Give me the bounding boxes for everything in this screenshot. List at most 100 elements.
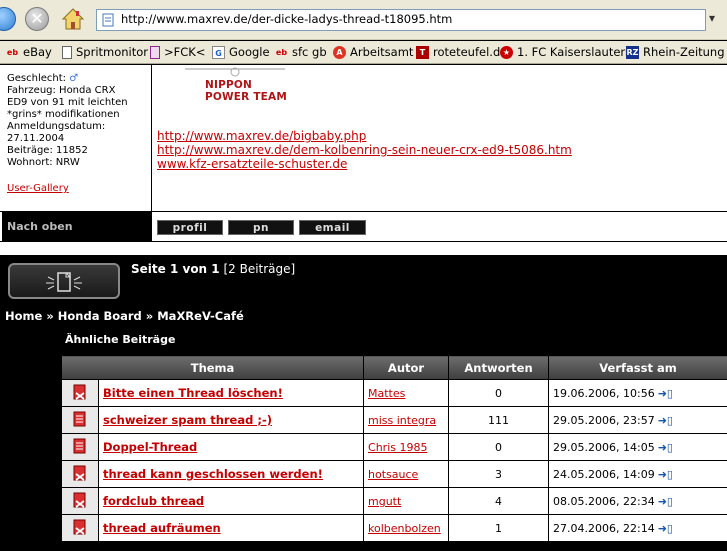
kfz-ersatzteile-link[interactable]: www.kfz-ersatzteile-schuster.de — [157, 157, 572, 171]
topic-author-link[interactable]: kolbenbolzen — [364, 522, 441, 535]
pn-button[interactable]: pn — [228, 220, 294, 235]
topic-replies: 1 — [448, 514, 550, 542]
topic-title-link[interactable]: thread aufräumen — [99, 521, 221, 535]
post-footer-left: Nach oben — [2, 212, 152, 242]
topic-author-cell: hotsauce — [363, 460, 450, 488]
bookmark-arbeitsamt[interactable]: A Arbeitsamt — [333, 45, 413, 59]
topic-title-cell: thread kann geschlossen werden! — [97, 460, 365, 488]
topic-title-cell: schweizer spam thread ;-) — [97, 406, 365, 434]
topic-title-link[interactable]: Doppel-Thread — [99, 440, 197, 454]
topic-author-link[interactable]: Mattes — [364, 387, 405, 400]
kolbenring-link[interactable]: http://www.maxrev.de/dem-kolbenring-sein… — [157, 143, 572, 157]
column-header-verfasst: Verfasst am — [548, 355, 727, 380]
total-pages: 1 — [211, 262, 220, 276]
new-topic-button[interactable] — [8, 263, 120, 299]
topic-icon — [73, 438, 87, 457]
topic-date-cell: 19.06.2006, 10:56 ➜▯ — [548, 379, 727, 407]
locked-topic-icon — [73, 519, 87, 538]
email-button[interactable]: email — [299, 220, 366, 235]
profile-info: Geschlecht: ♂ Fahrzeug: Honda CRX ED9 vo… — [7, 73, 151, 169]
topic-date-cell: 29.05.2006, 23:57 ➜▯ — [548, 406, 727, 434]
column-header-antworten: Antworten — [448, 355, 550, 380]
bookmark-google[interactable]: G Google — [212, 45, 270, 59]
topic-title-link[interactable]: schweizer spam thread ;-) — [99, 413, 272, 427]
fck-icon: ★ — [500, 45, 513, 59]
locked-topic-icon — [73, 465, 87, 484]
topic-title-link[interactable]: thread kann geschlossen werden! — [99, 467, 323, 481]
table-row: fordclub thread mgutt 4 08.05.2006, 22:34 ➜▯ — [61, 487, 727, 515]
profil-button[interactable]: profil — [157, 220, 223, 235]
locked-topic-icon — [73, 384, 87, 403]
banner-text: NIPPON POWER TEAM — [205, 79, 288, 103]
browser-window: ✕ http://www.maxrev.de/der-dicke-ladys-t… — [0, 0, 727, 551]
topic-date: 27.04.2006, 22:14 — [553, 521, 655, 535]
topic-replies: 111 — [448, 406, 550, 434]
male-icon: ♂ — [69, 73, 79, 84]
topic-title-link[interactable]: Bitte einen Thread löschen! — [99, 386, 283, 400]
stop-button[interactable]: ✕ — [25, 7, 49, 31]
post-block: Geschlecht: ♂ Fahrzeug: Honda CRX ED9 vo… — [0, 65, 727, 242]
home-button[interactable] — [61, 7, 85, 31]
topic-date-cell: 27.04.2006, 22:14 ➜▯ — [548, 514, 727, 542]
location: Wohnort: NRW — [7, 157, 80, 168]
address-bar[interactable]: http://www.maxrev.de/der-dicke-ladys-thr… — [96, 9, 706, 31]
topic-title-cell: Doppel-Thread — [97, 433, 365, 461]
breadcrumb-maxrev-cafe[interactable]: MaXReV-Café — [157, 309, 244, 323]
topic-title-cell: Bitte einen Thread löschen! — [97, 379, 365, 407]
devil-icon: T — [416, 45, 429, 59]
topic-status-cell — [61, 460, 99, 488]
topic-date: 24.05.2006, 14:09 — [553, 467, 655, 481]
topic-status-cell — [61, 379, 99, 407]
home-icon — [61, 8, 85, 30]
pagination: Seite 1 von 1 [2 Beiträge] — [131, 262, 296, 276]
last-post-icon[interactable]: ➜▯ — [658, 522, 673, 535]
new-post-icon — [46, 272, 82, 292]
gender-row: Geschlecht: ♂ — [7, 73, 79, 84]
table-row: schweizer spam thread ;-) miss integra 111… — [61, 406, 727, 434]
last-post-icon[interactable]: ➜▯ — [658, 414, 673, 427]
post-author-panel: Geschlecht: ♂ Fahrzeug: Honda CRX ED9 vo… — [2, 65, 152, 211]
topic-status-cell — [61, 406, 99, 434]
topic-author-link[interactable]: miss integra — [364, 414, 436, 427]
topic-author-link[interactable]: hotsauce — [364, 468, 418, 481]
bookmark-fck[interactable]: >FCK< — [150, 45, 205, 59]
bookmark-ebay[interactable]: eb eBay — [6, 45, 52, 59]
last-post-icon[interactable]: ➜▯ — [658, 468, 673, 481]
close-icon: ✕ — [30, 9, 44, 28]
bookmark-roteteufel[interactable]: T roteteufel.d — [416, 45, 500, 59]
dropdown-icon[interactable]: ▾ — [709, 11, 715, 25]
breadcrumb-home[interactable]: Home — [5, 309, 42, 323]
page-icon — [150, 45, 160, 59]
last-post-icon[interactable]: ➜▯ — [658, 441, 673, 454]
topic-author-link[interactable]: Chris 1985 — [364, 441, 427, 454]
bookmark-fc-kaiserslautern[interactable]: ★ 1. FC Kaiserslautern — [500, 45, 632, 59]
browser-toolbar: ✕ http://www.maxrev.de/der-dicke-ladys-t… — [0, 0, 727, 40]
table-row: thread aufräumen kolbenbolzen 1 27.04.2006,… — [61, 514, 727, 542]
topic-author-cell: Mattes — [363, 379, 450, 407]
topic-date-cell: 24.05.2006, 14:09 ➜▯ — [548, 460, 727, 488]
breadcrumb-honda-board[interactable]: Honda Board — [58, 309, 142, 323]
topic-title-link[interactable]: fordclub thread — [99, 494, 204, 508]
vehicle-line: *grins* modifikationen — [7, 109, 120, 120]
last-post-icon[interactable]: ➜▯ — [658, 387, 673, 400]
forward-button[interactable] — [0, 7, 16, 31]
topic-replies: 4 — [448, 487, 550, 515]
topic-icon — [73, 411, 87, 430]
nach-oben-link[interactable]: Nach oben — [7, 220, 73, 233]
bookmark-spritmonitor[interactable]: Spritmonitor — [62, 45, 148, 59]
bigbaby-link[interactable]: http://www.maxrev.de/bigbaby.php — [157, 129, 572, 143]
page-content: Geschlecht: ♂ Fahrzeug: Honda CRX ED9 vo… — [0, 65, 727, 551]
page-icon — [62, 45, 72, 59]
google-icon: G — [212, 45, 225, 59]
rz-icon: RZ — [626, 45, 639, 59]
vehicle-line: Fahrzeug: Honda CRX — [7, 85, 116, 96]
last-post-icon[interactable]: ➜▯ — [658, 495, 673, 508]
locked-topic-icon — [73, 492, 87, 511]
bookmark-sfc-gb[interactable]: eb sfc gb — [275, 45, 327, 59]
bookmark-rhein-zeitung[interactable]: RZ Rhein-Zeitung — [626, 45, 725, 59]
table-header-row: Thema Autor Antworten Verfasst am — [60, 355, 727, 380]
user-gallery-link[interactable]: User-Gallery — [7, 183, 69, 194]
column-header-autor: Autor — [363, 355, 450, 380]
topic-title-cell: fordclub thread — [97, 487, 365, 515]
topic-author-link[interactable]: mgutt — [364, 495, 401, 508]
